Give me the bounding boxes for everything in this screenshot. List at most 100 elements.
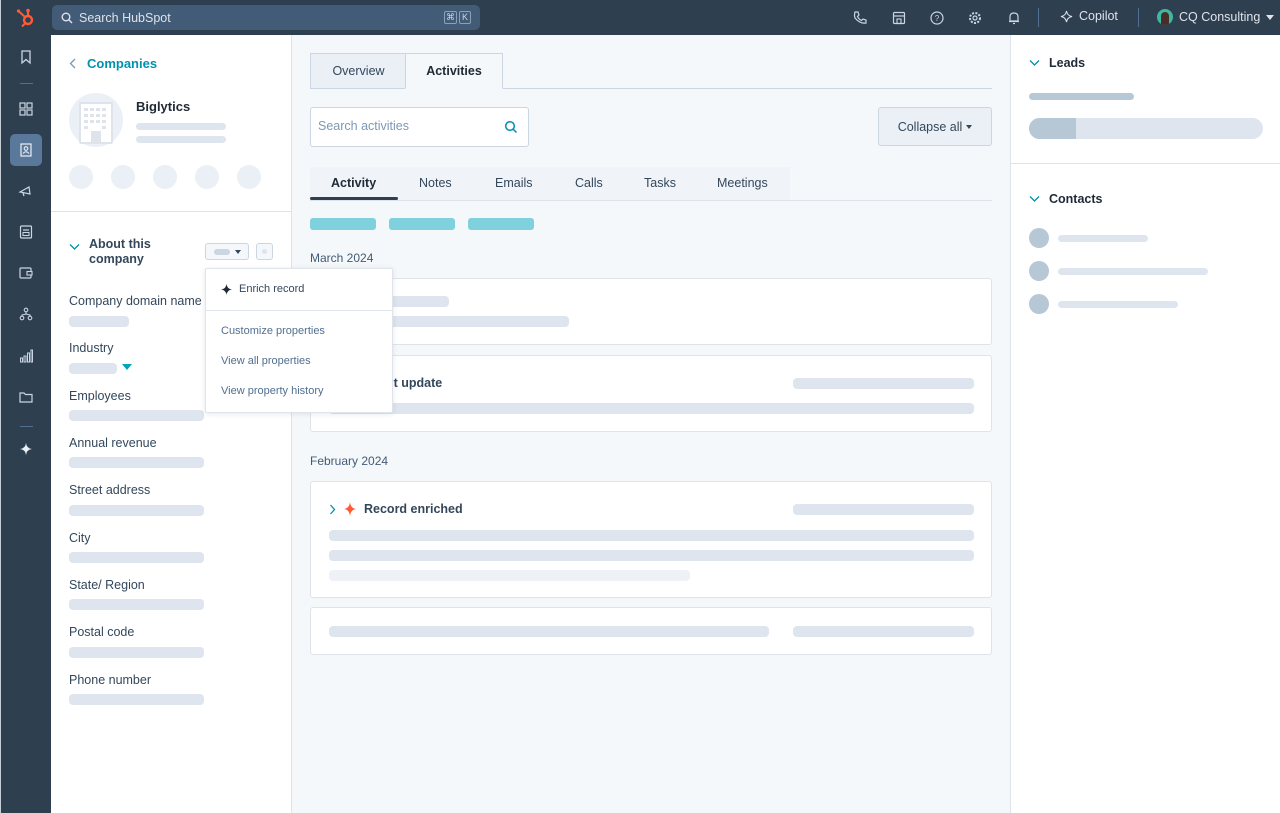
back-label: Companies <box>87 56 158 71</box>
property-value[interactable] <box>69 363 117 374</box>
chevron-left-icon <box>69 58 76 69</box>
collapse-all-button[interactable]: Collapse all <box>878 107 992 146</box>
lead-progress-fill <box>1029 118 1076 139</box>
skeleton-line <box>329 626 769 637</box>
copilot-button[interactable]: Copilot <box>1060 9 1118 23</box>
activity-card[interactable] <box>310 278 992 345</box>
quick-action-button[interactable] <box>153 165 177 189</box>
property-value[interactable] <box>69 599 204 610</box>
contact-name-skeleton[interactable] <box>1058 268 1208 275</box>
menu-item-view-all-properties[interactable]: View all properties <box>221 355 311 367</box>
global-search-bar[interactable]: Search HubSpot ⌘ K <box>52 5 480 30</box>
company-name: Biglytics <box>136 99 191 114</box>
activity-card[interactable] <box>310 607 992 655</box>
subtab-calls[interactable]: Calls <box>575 176 603 190</box>
contact-avatar[interactable] <box>1029 294 1049 314</box>
property-value[interactable] <box>69 316 129 327</box>
property-label: Industry <box>69 341 114 355</box>
contact-name-skeleton[interactable] <box>1058 301 1178 308</box>
settings-icon[interactable] <box>967 10 983 26</box>
subtab-emails[interactable]: Emails <box>495 176 533 190</box>
enrichment-sparkle-icon <box>344 502 356 516</box>
contacts-section-toggle[interactable]: Contacts <box>1029 192 1102 206</box>
marketplace-icon[interactable] <box>891 10 907 26</box>
leads-section-title: Leads <box>1049 56 1086 70</box>
contact-avatar[interactable] <box>1029 228 1049 248</box>
topbar-divider <box>1138 8 1139 27</box>
skeleton-line <box>793 626 974 637</box>
account-menu[interactable]: CQ Consulting <box>1157 9 1275 25</box>
nav-divider <box>20 426 33 427</box>
menu-item-customize-properties[interactable]: Customize properties <box>221 325 325 337</box>
skeleton-pill <box>214 249 230 255</box>
workspaces-icon[interactable] <box>18 101 34 117</box>
nav-divider <box>20 83 33 84</box>
quick-action-button[interactable] <box>69 165 93 189</box>
subtab-meetings[interactable]: Meetings <box>717 176 768 190</box>
crm-contacts-icon[interactable] <box>18 142 34 158</box>
bookmarks-icon[interactable] <box>18 49 34 65</box>
marketing-icon[interactable] <box>18 183 34 199</box>
notifications-icon[interactable] <box>1006 10 1022 26</box>
search-icon <box>61 12 73 23</box>
menu-item-enrich-record[interactable]: Enrich record <box>221 283 304 295</box>
activity-card[interactable]: Enrichment update <box>310 355 992 432</box>
library-icon[interactable] <box>18 389 34 405</box>
property-value[interactable] <box>69 552 204 563</box>
tab-overview[interactable]: Overview <box>310 53 406 89</box>
subtab-tasks[interactable]: Tasks <box>644 176 676 190</box>
record-sidebar: Companies Biglytics About this company C… <box>51 35 292 813</box>
subtab-notes[interactable]: Notes <box>419 176 452 190</box>
subtab-activity[interactable]: Activity <box>331 176 376 190</box>
chevron-right-icon[interactable] <box>329 504 336 515</box>
quick-action-button[interactable] <box>237 165 261 189</box>
settings-button[interactable] <box>256 243 273 260</box>
leads-section-toggle[interactable]: Leads <box>1029 56 1085 70</box>
help-icon[interactable]: ? <box>929 10 945 26</box>
activity-card[interactable]: Record enriched <box>310 481 992 598</box>
chevron-down-icon <box>69 244 80 250</box>
phone-icon[interactable] <box>852 10 868 26</box>
filter-chip[interactable] <box>310 218 376 230</box>
contact-name-skeleton[interactable] <box>1058 235 1148 242</box>
activity-title: Record enriched <box>364 502 463 516</box>
main-sidebar <box>1 35 51 813</box>
property-value[interactable] <box>69 410 204 421</box>
active-subtab-indicator <box>310 197 398 200</box>
about-section-toggle[interactable]: About this company <box>69 237 169 267</box>
automation-icon[interactable] <box>18 306 34 322</box>
quick-action-button[interactable] <box>195 165 219 189</box>
caret-down-icon <box>235 250 241 254</box>
skeleton-line <box>329 530 974 541</box>
filter-chip[interactable] <box>468 218 534 230</box>
actions-dropdown-button[interactable] <box>205 243 249 260</box>
property-value[interactable] <box>69 694 204 705</box>
filter-chip[interactable] <box>389 218 455 230</box>
caret-down-icon[interactable] <box>122 364 132 371</box>
commerce-icon[interactable] <box>18 265 34 281</box>
about-section-title: About this company <box>89 237 151 266</box>
quick-action-button[interactable] <box>111 165 135 189</box>
property-value[interactable] <box>69 457 204 468</box>
menu-item-label: Enrich record <box>239 283 305 295</box>
activity-card-title: Record enriched <box>329 502 463 516</box>
menu-item-view-property-history[interactable]: View property history <box>221 385 324 397</box>
property-label: Street address <box>69 483 151 497</box>
tab-activities[interactable]: Activities <box>405 53 503 89</box>
content-icon[interactable] <box>18 224 34 240</box>
back-to-companies-link[interactable]: Companies <box>69 56 157 71</box>
property-label: Employees <box>69 389 131 403</box>
property-value[interactable] <box>69 505 204 516</box>
menu-divider <box>206 310 392 311</box>
search-activities-field[interactable] <box>310 107 529 147</box>
property-value[interactable] <box>69 647 204 658</box>
reporting-icon[interactable] <box>18 348 34 364</box>
search-icon[interactable] <box>504 120 518 134</box>
search-activities-input[interactable] <box>318 119 498 133</box>
ai-sparkle-icon[interactable] <box>18 441 34 457</box>
sparkle-icon <box>221 283 232 295</box>
month-heading: February 2024 <box>310 454 389 468</box>
copilot-sparkle-icon <box>1060 10 1073 22</box>
contact-avatar[interactable] <box>1029 261 1049 281</box>
hubspot-logo-icon[interactable] <box>15 7 37 29</box>
